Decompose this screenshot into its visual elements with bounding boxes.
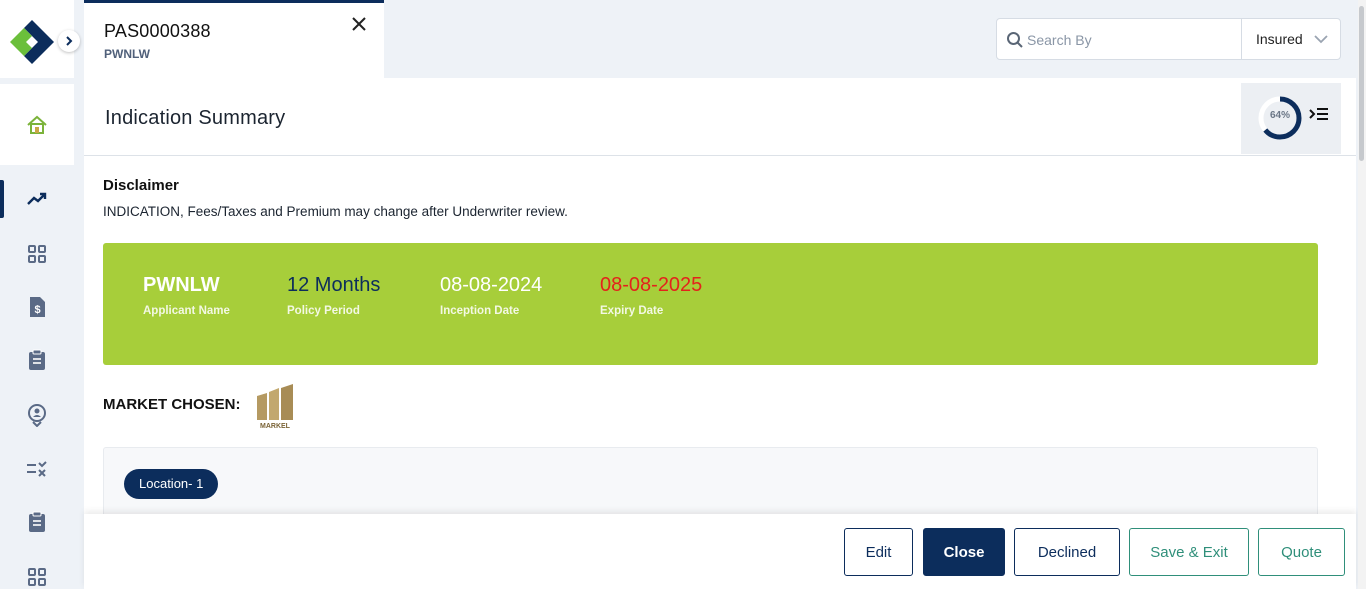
- sidebar-item-apps[interactable]: [0, 557, 74, 589]
- app-logo[interactable]: [10, 20, 54, 64]
- sidebar-item-locations[interactable]: [0, 395, 74, 435]
- applicant-name-label: Applicant Name: [143, 305, 230, 317]
- policy-period-label: Policy Period: [287, 305, 360, 317]
- sidebar-item-tasks[interactable]: [0, 340, 74, 380]
- inception-date-value: 08-08-2024: [440, 274, 543, 296]
- expiry-date-label: Expiry Date: [600, 305, 664, 317]
- page-title: Indication Summary: [105, 107, 286, 129]
- progress-label: 64%: [1269, 110, 1290, 121]
- panel-header: Indication Summary 64%: [84, 78, 1356, 156]
- edit-button[interactable]: Edit: [844, 528, 913, 576]
- search-filter-select[interactable]: Insured: [1256, 31, 1303, 47]
- summary-banner: PWNLW Applicant Name 12 Months Policy Pe…: [103, 243, 1318, 365]
- sidebar-item-reports[interactable]: [0, 502, 74, 542]
- grid-icon: [28, 245, 46, 263]
- policy-period-value: 12 Months: [287, 274, 381, 296]
- grid-icon: [28, 568, 46, 586]
- chevron-down-icon[interactable]: [1314, 33, 1328, 45]
- left-nav-rail: $: [0, 0, 80, 589]
- svg-text:$: $: [34, 304, 40, 316]
- progress-widget[interactable]: 64%: [1241, 83, 1341, 154]
- search-icon: [1007, 32, 1023, 48]
- home-icon: [27, 115, 47, 134]
- record-tab[interactable]: PAS0000388 PWNLW: [84, 0, 384, 78]
- expiry-date-value: 08-08-2025: [600, 274, 703, 296]
- policy-period-block: 12 Months Policy Period: [287, 273, 380, 317]
- location-user-icon: [28, 404, 46, 427]
- tab-title: PAS0000388: [104, 21, 211, 41]
- inception-date-block: 08-08-2024 Inception Date: [440, 273, 542, 317]
- inception-date-label: Inception Date: [440, 305, 520, 317]
- close-button[interactable]: Close: [923, 528, 1005, 576]
- search-input[interactable]: [1027, 27, 1237, 53]
- quote-button[interactable]: Quote: [1258, 528, 1345, 576]
- disclaimer-title: Disclaimer: [103, 177, 179, 194]
- menu-collapse-icon[interactable]: [1309, 107, 1329, 123]
- expand-sidebar-button[interactable]: [58, 30, 80, 52]
- save-exit-button[interactable]: Save & Exit: [1129, 528, 1249, 576]
- declined-button[interactable]: Declined: [1014, 528, 1120, 576]
- sidebar-item-checklist[interactable]: [0, 449, 74, 489]
- clipboard-icon: [29, 511, 45, 532]
- market-chosen-label: MARKET CHOSEN:: [103, 396, 241, 413]
- applicant-name-block: PWNLW Applicant Name: [143, 273, 230, 317]
- chevron-right-icon: [66, 36, 73, 46]
- page-scrollbar[interactable]: [1358, 0, 1366, 589]
- invoice-icon: $: [30, 297, 45, 317]
- sidebar-item-analytics[interactable]: [0, 179, 74, 219]
- disclaimer-text: INDICATION, Fees/Taxes and Premium may c…: [103, 204, 568, 219]
- main-panel: Indication Summary 64% Disclaimer INDICA…: [84, 78, 1356, 589]
- location-pill[interactable]: Location- 1: [124, 469, 219, 499]
- action-footer: Edit Close Declined Save & Exit Quote: [84, 514, 1356, 589]
- sidebar-item-billing[interactable]: $: [0, 287, 74, 327]
- applicant-name-value: PWNLW: [143, 274, 220, 296]
- sidebar-item-dashboard[interactable]: [0, 234, 74, 274]
- search-bar: Insured: [996, 18, 1341, 60]
- scrollbar-thumb[interactable]: [1359, 6, 1364, 161]
- tab-subtitle: PWNLW: [104, 47, 150, 61]
- trending-up-icon: [27, 192, 47, 205]
- markel-logo: MARKEL: [257, 384, 293, 430]
- expiry-date-block: 08-08-2025 Expiry Date: [600, 273, 702, 317]
- sidebar-item-home[interactable]: [0, 84, 74, 165]
- checklist-icon: [27, 461, 47, 477]
- close-icon[interactable]: [350, 15, 368, 33]
- clipboard-icon: [29, 349, 45, 370]
- search-divider: [1241, 19, 1242, 59]
- svg-text:MARKEL: MARKEL: [260, 423, 291, 430]
